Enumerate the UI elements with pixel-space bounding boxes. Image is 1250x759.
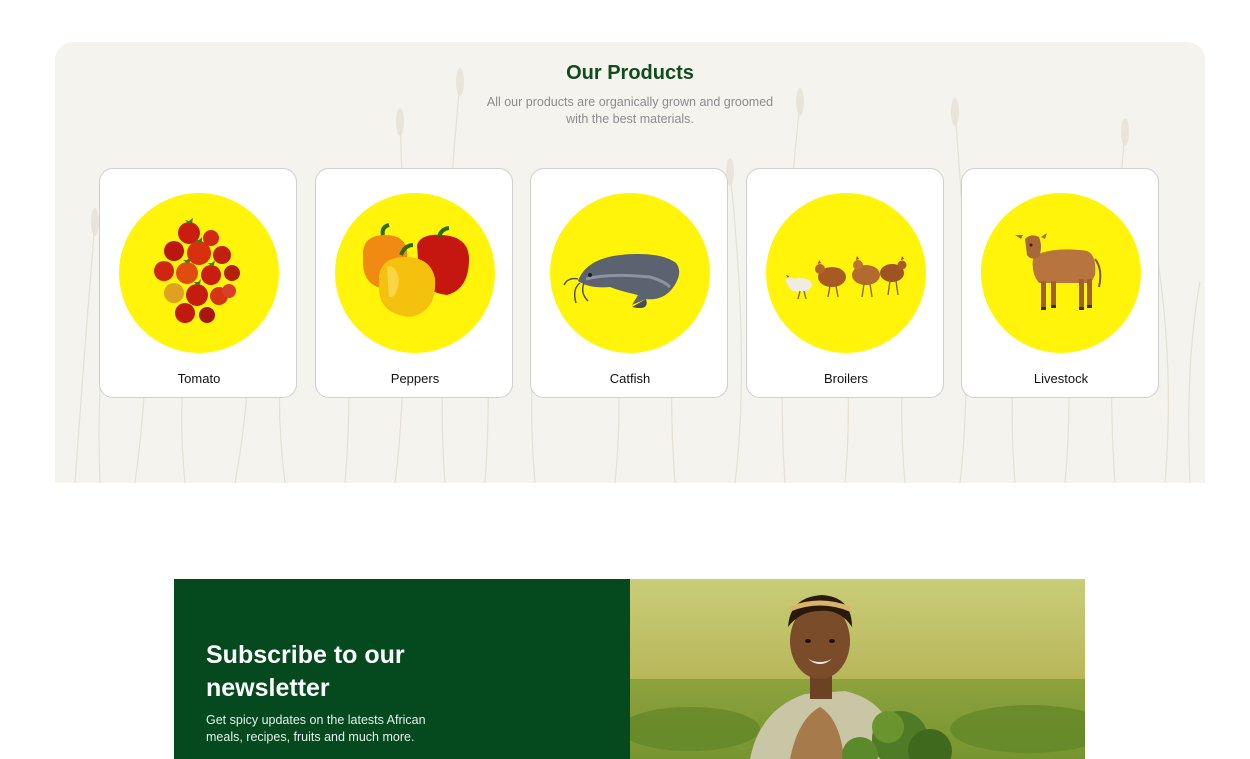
farmer-photo: [620, 579, 1085, 759]
peppers-image: [363, 223, 469, 317]
product-image-circle: [766, 193, 926, 353]
product-label: Tomato: [177, 371, 221, 386]
newsletter-title: Subscribe to our newsletter: [206, 641, 405, 702]
products-title: Our Products: [566, 62, 694, 84]
newsletter-panel: Subscribe to our newsletter Get spicy up…: [174, 579, 630, 759]
livestock-image: [1015, 233, 1102, 310]
product-card-catfish[interactable]: Catfish: [530, 168, 728, 398]
product-card-peppers[interactable]: Peppers: [315, 168, 513, 398]
product-image-circle: [119, 193, 279, 353]
product-card-livestock[interactable]: Livestock: [961, 168, 1159, 398]
products-section: Our Products All our products are organi…: [55, 42, 1205, 483]
broilers-image: [786, 256, 907, 300]
tomato-image: [154, 218, 240, 323]
product-card-tomato[interactable]: Tomato: [99, 168, 297, 398]
newsletter-section: Subscribe to our newsletter Get spicy up…: [174, 579, 1085, 759]
product-card-broilers[interactable]: Broilers: [746, 168, 944, 398]
product-label: Peppers: [390, 371, 440, 386]
newsletter-description: Get spicy updates on the latests African…: [206, 713, 426, 744]
product-label: Catfish: [609, 371, 651, 386]
product-image-circle: [550, 193, 710, 353]
farmer-woman-photo: [620, 579, 1085, 759]
products-subtitle: All our products are organically grown a…: [486, 95, 774, 126]
product-label: Livestock: [1033, 371, 1089, 386]
product-image-circle: [981, 193, 1141, 353]
product-image-circle: [335, 193, 495, 353]
product-label: Broilers: [823, 371, 869, 386]
catfish-image: [563, 254, 680, 308]
